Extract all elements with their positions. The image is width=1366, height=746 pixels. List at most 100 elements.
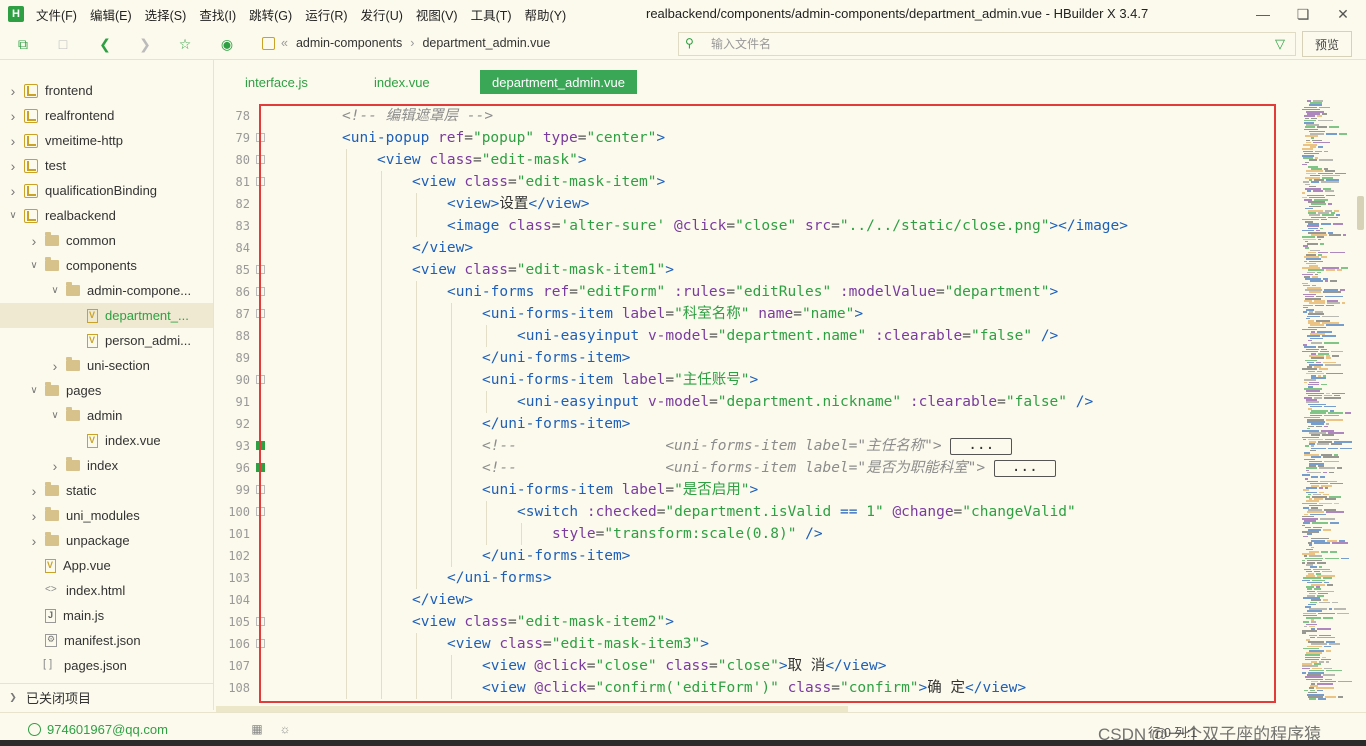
fold-toggle-icon[interactable]: [256, 265, 265, 274]
code-line[interactable]: 89 </uni-forms-item>: [216, 347, 1296, 369]
fold-toggle-icon[interactable]: [256, 287, 265, 296]
tree-item[interactable]: › vmeitime-http: [0, 128, 213, 153]
code-line[interactable]: 87 <uni-forms-item label="科室名称" name="nam…: [216, 303, 1296, 325]
menu-item[interactable]: 视图(V): [416, 5, 458, 24]
code-line[interactable]: 78 <!-- 编辑遮罩层 -->: [216, 105, 1296, 127]
menu-item[interactable]: 帮助(Y): [525, 5, 567, 24]
code-line[interactable]: 103 </uni-forms>: [216, 567, 1296, 589]
star-icon[interactable]: ☆: [176, 35, 194, 53]
tree-item[interactable]: › realfrontend: [0, 103, 213, 128]
code-line[interactable]: 96 <!-- <uni-forms-item label="是否为职能科室"> …: [216, 457, 1296, 479]
menu-item[interactable]: 选择(S): [145, 5, 187, 24]
code-line[interactable]: 99 <uni-forms-item label="是否启用">: [216, 479, 1296, 501]
tree-item[interactable]: App.vue: [0, 553, 213, 578]
vertical-scrollbar[interactable]: [1357, 196, 1364, 230]
chevron-down-icon[interactable]: ∨: [29, 260, 39, 271]
tree-item[interactable]: ∨ realbackend: [0, 203, 213, 228]
chevron-right-icon[interactable]: ›: [29, 233, 39, 249]
filter-icon[interactable]: ▽: [1275, 36, 1285, 52]
fold-toggle-icon[interactable]: [256, 155, 265, 164]
minimap[interactable]: [1300, 100, 1352, 710]
tree-item[interactable]: ∨ admin: [0, 403, 213, 428]
folded-region-badge[interactable]: ...: [993, 459, 1056, 477]
tree-item[interactable]: › common: [0, 228, 213, 253]
code-line[interactable]: 93 <!-- <uni-forms-item label="主任名称"> ...: [216, 435, 1296, 457]
tree-item[interactable]: › frontend: [0, 78, 213, 103]
run-icon[interactable]: ◉: [218, 35, 236, 53]
tree-item[interactable]: › test: [0, 153, 213, 178]
menu-item[interactable]: 发行(U): [361, 5, 403, 24]
code-line[interactable]: 82 <view>设置</view>: [216, 193, 1296, 215]
tree-item[interactable]: › uni-section: [0, 353, 213, 378]
terminal-icon[interactable]: ▦: [250, 722, 264, 736]
tree-item[interactable]: › unpackage: [0, 528, 213, 553]
menu-item[interactable]: 文件(F): [36, 5, 77, 24]
chevron-right-icon[interactable]: ›: [8, 83, 18, 99]
code-line[interactable]: 83 <image class='alter-sure' @click="clos…: [216, 215, 1296, 237]
fold-toggle-icon[interactable]: [256, 463, 265, 472]
tab-index-vue[interactable]: index.vue: [362, 70, 442, 94]
preview-button[interactable]: 预览: [1302, 31, 1352, 57]
tree-item[interactable]: ∨ pages: [0, 378, 213, 403]
code-line[interactable]: 81 <view class="edit-mask-item">: [216, 171, 1296, 193]
fold-toggle-icon[interactable]: [256, 133, 265, 142]
chevron-down-icon[interactable]: ∨: [50, 410, 60, 421]
chevron-right-icon[interactable]: ›: [29, 533, 39, 549]
code-line[interactable]: 79 <uni-popup ref="popup" type="center">: [216, 127, 1296, 149]
tree-item[interactable]: › uni_modules: [0, 503, 213, 528]
tree-item[interactable]: › qualificationBinding: [0, 178, 213, 203]
fold-toggle-icon[interactable]: [256, 177, 265, 186]
tree-item[interactable]: ∨ components: [0, 253, 213, 278]
code-line[interactable]: 106 <view class="edit-mask-item3">: [216, 633, 1296, 655]
menu-item[interactable]: 运行(R): [305, 5, 347, 24]
tree-item[interactable]: index.vue: [0, 428, 213, 453]
fold-toggle-icon[interactable]: [256, 639, 265, 648]
code-line[interactable]: 107 <view @click="close" class="close">取 …: [216, 655, 1296, 677]
folded-region-badge[interactable]: ...: [950, 437, 1013, 455]
tree-item[interactable]: person_admi...: [0, 328, 213, 353]
back-icon[interactable]: ❮: [96, 35, 114, 53]
fold-toggle-icon[interactable]: [256, 375, 265, 384]
code-line[interactable]: 80 <view class="edit-mask">: [216, 149, 1296, 171]
menu-item[interactable]: 工具(T): [471, 5, 512, 24]
tree-item[interactable]: pages.json: [0, 653, 213, 678]
fold-toggle-icon[interactable]: [256, 309, 265, 318]
code-line[interactable]: 92 </uni-forms-item>: [216, 413, 1296, 435]
code-line[interactable]: 100 <switch :checked="department.isValid …: [216, 501, 1296, 523]
file-search-input[interactable]: [711, 35, 1251, 53]
chevron-right-icon[interactable]: ›: [8, 108, 18, 124]
code-editor[interactable]: 78 <!-- 编辑遮罩层 --> 79 <uni-popup ref="popup"…: [216, 104, 1296, 704]
fold-toggle-icon[interactable]: [256, 507, 265, 516]
code-line[interactable]: 104 </view>: [216, 589, 1296, 611]
code-line[interactable]: 85 <view class="edit-mask-item1">: [216, 259, 1296, 281]
tree-item[interactable]: ∨ admin-compone...: [0, 278, 213, 303]
code-line[interactable]: 105 <view class="edit-mask-item2">: [216, 611, 1296, 633]
chevron-right-icon[interactable]: ›: [29, 483, 39, 499]
menu-item[interactable]: 查找(I): [199, 5, 236, 24]
chevron-right-icon[interactable]: ›: [50, 358, 60, 374]
breadcrumb-folder[interactable]: admin-components: [296, 36, 402, 50]
tree-item[interactable]: department_...: [0, 303, 213, 328]
menu-item[interactable]: 编辑(E): [90, 5, 132, 24]
closed-projects[interactable]: ❯ 已关闭项目: [0, 683, 213, 710]
tree-item[interactable]: manifest.json: [0, 628, 213, 653]
chevron-right-icon[interactable]: ›: [8, 133, 18, 149]
fold-toggle-icon[interactable]: [256, 485, 265, 494]
tab-department-admin-vue[interactable]: department_admin.vue: [480, 70, 637, 94]
fold-toggle-icon[interactable]: [256, 617, 265, 626]
close-icon[interactable]: ✕: [1333, 4, 1353, 24]
code-line[interactable]: 101 style="transform:scale(0.8)" />: [216, 523, 1296, 545]
code-line[interactable]: 88 <uni-easyinput v-model="department.nam…: [216, 325, 1296, 347]
tree-item[interactable]: › index: [0, 453, 213, 478]
chevron-right-icon[interactable]: ›: [50, 458, 60, 474]
code-line[interactable]: 86 <uni-forms ref="editForm" :rules="edit…: [216, 281, 1296, 303]
code-line[interactable]: 90 <uni-forms-item label="主任账号">: [216, 369, 1296, 391]
minimize-icon[interactable]: —: [1253, 4, 1273, 24]
fold-toggle-icon[interactable]: [256, 441, 265, 450]
menu-item[interactable]: 跳转(G): [249, 5, 292, 24]
forward-icon[interactable]: ❯: [136, 35, 154, 53]
tree-item[interactable]: › static: [0, 478, 213, 503]
chevron-down-icon[interactable]: ∨: [29, 385, 39, 396]
account-status[interactable]: 974601967@qq.com: [28, 722, 168, 737]
chevron-right-icon[interactable]: ›: [29, 508, 39, 524]
